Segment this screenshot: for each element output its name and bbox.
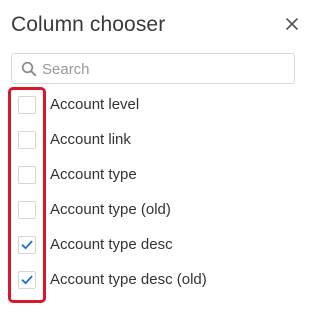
list-item[interactable]: Account type (old) [0,194,307,229]
column-label: Account type (old) [50,201,171,218]
search-field[interactable] [11,53,295,84]
close-icon[interactable] [286,18,298,30]
column-label: Account level [50,96,140,113]
column-label: Account type [50,166,137,183]
close-button[interactable] [281,13,303,35]
list-item[interactable]: Account type desc [0,229,307,264]
list-item[interactable]: Account link [0,124,307,159]
column-label: Account link [50,131,131,148]
checkbox[interactable] [18,236,36,254]
checkbox[interactable] [18,166,36,184]
search-icon [21,61,37,77]
column-label: Account type desc (old) [50,271,207,288]
search-input[interactable] [42,58,287,80]
checkbox[interactable] [18,201,36,219]
column-chooser-dialog: Column chooser Account level Account lin… [0,0,307,321]
list-item[interactable]: Account type desc (old) [0,264,307,299]
list-item[interactable]: Account level [0,89,307,124]
checkbox[interactable] [18,271,36,289]
checkmark-icon [21,275,33,285]
checkmark-icon [21,240,33,250]
checkbox[interactable] [18,131,36,149]
dialog-title: Column chooser [11,13,166,36]
list-item[interactable]: Account type [0,159,307,194]
column-label: Account type desc [50,236,173,253]
checkbox[interactable] [18,96,36,114]
